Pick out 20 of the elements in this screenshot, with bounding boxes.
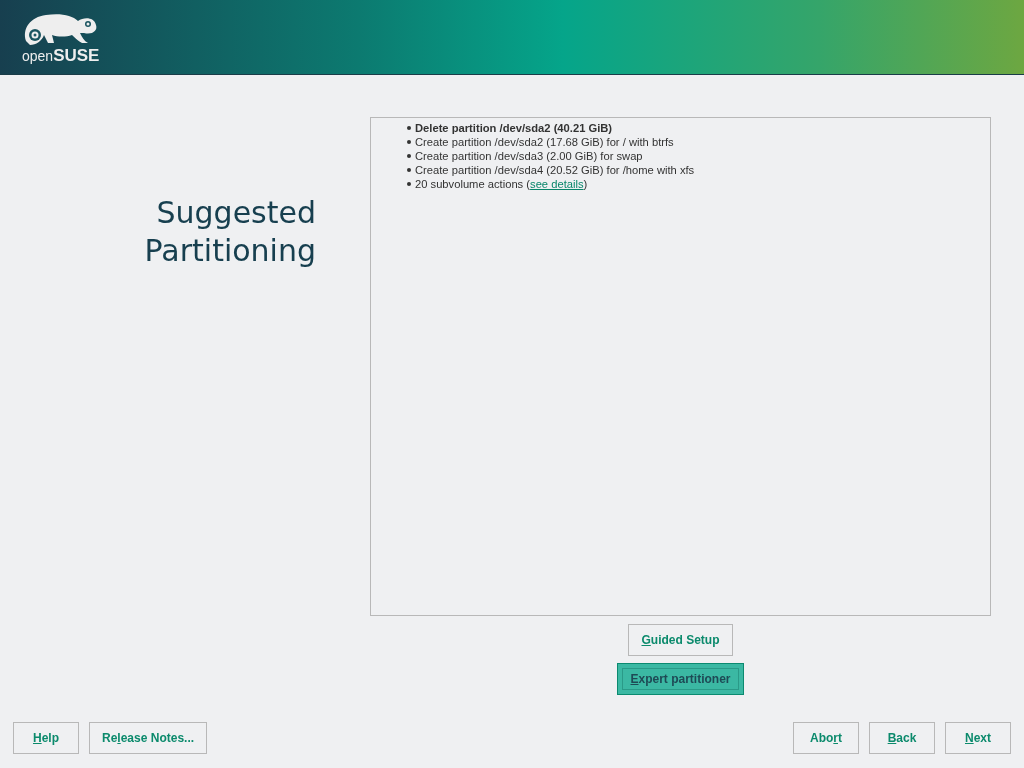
bullet-icon	[407, 126, 411, 131]
action-item: 20 subvolume actions (see details)	[407, 177, 990, 191]
abort-button[interactable]: Abort	[793, 722, 859, 754]
logo-wordmark: openSUSE	[22, 46, 100, 64]
action-item: Delete partition /dev/sda2 (40.21 GiB)	[407, 121, 990, 135]
bullet-icon	[407, 182, 411, 187]
next-button[interactable]: Next	[945, 722, 1011, 754]
details-link[interactable]: see details	[530, 178, 584, 190]
expert-partitioner-button[interactable]: Expert partitioner	[617, 663, 744, 695]
bullet-icon	[407, 140, 411, 145]
action-item: Create partition /dev/sda2 (17.68 GiB) for / with btrfs	[407, 135, 990, 149]
bullet-icon	[407, 168, 411, 173]
back-button[interactable]: Back	[869, 722, 935, 754]
help-button[interactable]: Help	[13, 722, 79, 754]
release-notes-button[interactable]: Release Notes...	[89, 722, 208, 754]
action-item: Create partition /dev/sda3 (2.00 GiB) for swap	[407, 149, 990, 163]
bullet-icon	[407, 154, 411, 159]
action-item: Create partition /dev/sda4 (20.52 GiB) for /home with xfs	[407, 163, 990, 177]
page-title: Suggested Partitioning	[144, 194, 316, 270]
guided-setup-button[interactable]: Guided Setup	[628, 624, 733, 656]
